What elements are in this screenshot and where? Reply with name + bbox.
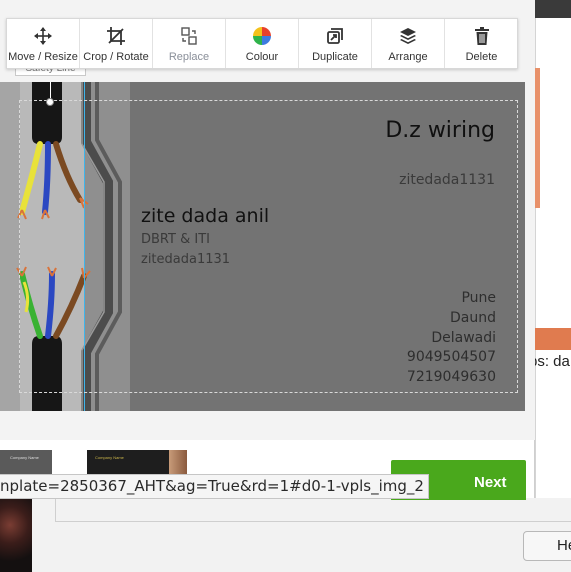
move-resize-button[interactable]: Move / Resize — [7, 19, 80, 68]
company-name-text[interactable]: D.z wiring — [385, 118, 495, 143]
duplicate-button[interactable]: Duplicate — [299, 19, 372, 68]
replace-button[interactable]: Replace — [153, 19, 226, 68]
status-bar-url: nplate=2850367_AHT&ag=True&rd=1#d0-1-vpl… — [0, 474, 429, 499]
background-divider-horizontal — [55, 521, 571, 522]
card-editor-modal: Move / Resize Crop / Rotate Replace Colo… — [0, 0, 535, 500]
crop-rotate-label: Crop / Rotate — [83, 51, 149, 63]
thumbnail-text: Company Name — [10, 455, 39, 460]
address-line: Pune — [461, 290, 496, 306]
delete-label: Delete — [465, 51, 498, 63]
background-photo — [0, 495, 32, 572]
layers-icon — [397, 25, 419, 47]
phone-line: 7219049630 — [406, 369, 496, 386]
help-button[interactable]: He — [523, 531, 571, 561]
trash-icon — [471, 25, 493, 47]
move-icon — [32, 25, 54, 47]
element-toolbar: Move / Resize Crop / Rotate Replace Colo… — [6, 18, 518, 69]
alignment-guide-line — [84, 82, 85, 411]
background-accent-strip — [535, 68, 540, 208]
crop-rotate-icon — [105, 25, 127, 47]
colour-button[interactable]: Colour — [226, 19, 299, 68]
background-accent-bar — [535, 328, 571, 350]
company-tagline-text[interactable]: zitedada1131 — [399, 172, 495, 188]
replace-icon — [178, 25, 200, 47]
arrange-button[interactable]: Arrange — [372, 19, 445, 68]
colour-wheel-icon — [251, 25, 273, 47]
background-footer — [0, 498, 571, 572]
duplicate-icon — [324, 25, 346, 47]
address-line: Delawadi — [431, 329, 496, 346]
background-panel — [535, 18, 571, 498]
thumbnail-text: Company Name — [95, 455, 124, 460]
business-card[interactable]: D.z wiring zitedada1131 zite dada anil D… — [0, 82, 525, 411]
address-block[interactable]: Pune Daund Delawadi 9049504507 721904963… — [407, 289, 496, 388]
crop-rotate-button[interactable]: Crop / Rotate — [80, 19, 153, 68]
background-divider — [55, 498, 56, 522]
background-partial-text: ps: da — [529, 353, 570, 370]
person-name-text[interactable]: zite dada anil — [141, 205, 269, 227]
phone-line: 9049504507 — [406, 349, 496, 366]
replace-label: Replace — [168, 51, 210, 63]
arrange-label: Arrange — [388, 51, 428, 63]
colour-label: Colour — [245, 51, 279, 63]
duplicate-label: Duplicate — [312, 51, 358, 63]
delete-button[interactable]: Delete — [445, 19, 518, 68]
address-line: Daund — [450, 309, 496, 326]
person-id-text[interactable]: zitedada1131 — [141, 252, 230, 267]
background-top-bar — [535, 0, 571, 18]
rotate-handle[interactable] — [46, 98, 54, 106]
person-qualification-text[interactable]: DBRT & ITI — [141, 232, 210, 247]
move-resize-label: Move / Resize — [8, 51, 78, 63]
